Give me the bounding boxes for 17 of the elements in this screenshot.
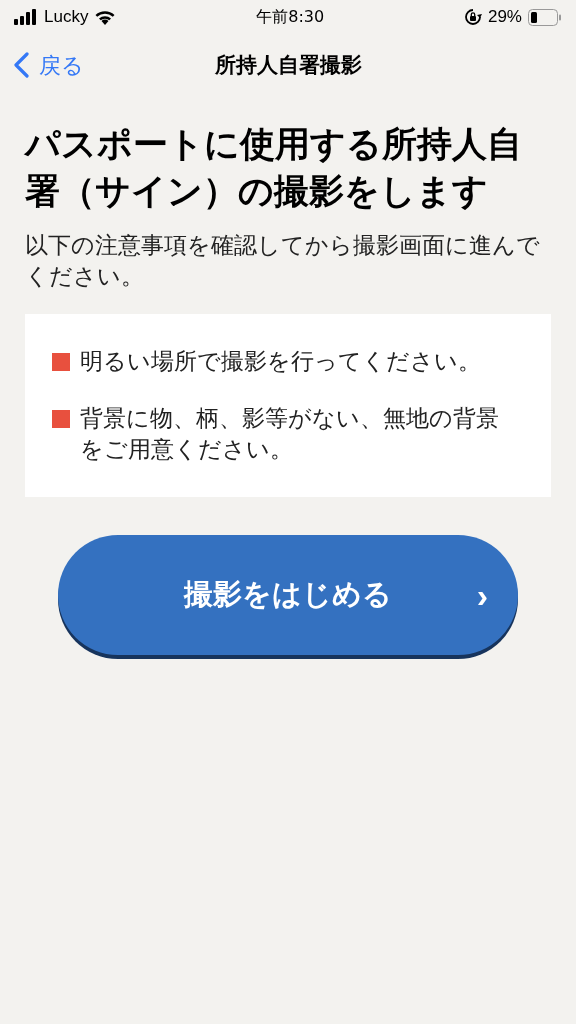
status-time: 午前8:30 [256,6,325,28]
battery-percent: 29% [487,6,522,29]
back-button[interactable]: 戻る [14,48,84,82]
note-text: 明るい場所で撮影を行ってください。 [80,347,482,376]
rotation-lock-icon [463,8,482,26]
chevron-right-icon: › [458,569,518,621]
intro-text: 以下の注意事項を確認してから撮影画面に進んでください。 [25,231,541,291]
chevron-left-icon [14,52,29,78]
bullet-icon [52,410,70,428]
screen-title: 所持人自署撮影 [214,52,362,79]
wifi-icon [94,9,117,25]
note-text: 背景に物、柄、影等がない、無地の背景をご用意ください。 [80,404,500,464]
page-heading: パスポートに使用する所持人自署（サイン）の撮影をします [25,123,523,212]
carrier-name: Lucky [44,6,89,29]
bullet-icon [52,353,70,371]
battery-icon [528,8,562,26]
signal-icon [14,9,38,25]
